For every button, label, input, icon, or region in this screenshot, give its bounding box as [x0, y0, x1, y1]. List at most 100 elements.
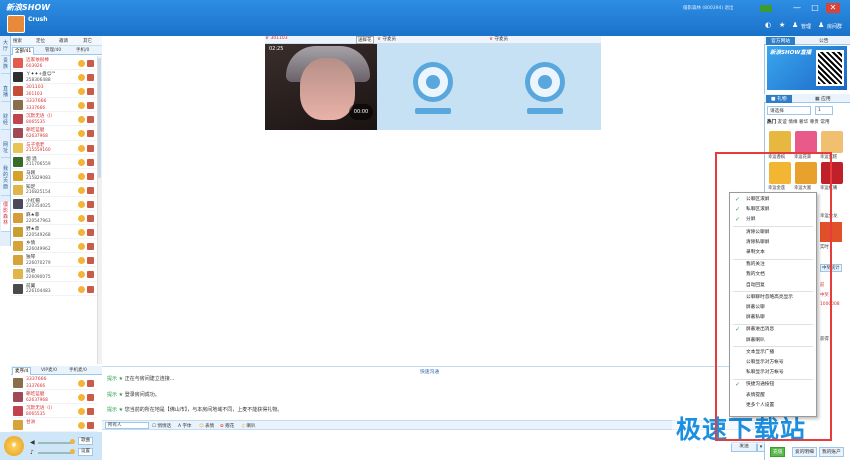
maximize-button[interactable]: □ [808, 3, 822, 13]
tab-vip-mic[interactable]: VIP麦/0 [39, 367, 59, 375]
list-item[interactable]: 迈家依很棒 603926 [11, 56, 97, 71]
list-item[interactable]: 前翼 226104483 [11, 282, 97, 296]
list-item[interactable]: 前进 226090075 [11, 267, 97, 282]
menu-item[interactable]: 私聊显示对方帐号 [730, 368, 816, 377]
menu-item[interactable]: ✓ 私聊区滚屏 [730, 205, 816, 214]
gift-recipient-select[interactable]: 请选择 [767, 106, 811, 115]
menu-item[interactable]: 屏蔽喇叭 [730, 336, 816, 345]
font-button[interactable]: A 字体 [178, 423, 192, 429]
list-item[interactable]: 野★草 220549268 [11, 225, 97, 240]
menu-item[interactable]: ✓ 快捷沟通按钮 [730, 380, 816, 389]
menu-item[interactable]: ✓ 分屏 [730, 215, 816, 224]
tab-mobile-users[interactable]: 手机/0 [74, 47, 91, 55]
song-select[interactable]: 歌曲 [78, 437, 93, 445]
volume-slider[interactable] [38, 442, 74, 444]
love-detail-button[interactable]: 爱的明细 [792, 447, 817, 457]
tab-mic-queue[interactable]: 麦序/4 [12, 367, 32, 375]
list-item[interactable]: 3337666 3337666 [11, 376, 97, 391]
gold-coin-icon[interactable]: ¥ [4, 436, 24, 456]
menu-item[interactable]: 录制文本 [730, 248, 816, 257]
my-account-button[interactable]: 我的账户 [819, 447, 844, 457]
recharge-button[interactable]: 充值 [770, 447, 786, 457]
room-group-button[interactable]: 房间群 [827, 23, 842, 30]
speaker-button[interactable]: ♫ 喇叭 [241, 423, 255, 429]
tab-mobile-mic[interactable]: 手机麦/0 [67, 367, 89, 375]
menu-item[interactable]: 屏蔽私聊 [730, 313, 816, 322]
menu-item[interactable]: 屏蔽公聊 [730, 303, 816, 312]
menu-item[interactable]: 清除公聊屏 [730, 228, 816, 237]
other-button[interactable]: 其它 [83, 38, 92, 44]
flower-button[interactable]: ✿ 赠花 [220, 423, 234, 429]
user-list-scroll-thumb[interactable] [98, 58, 101, 178]
room-avatar[interactable] [7, 15, 25, 33]
list-item[interactable]: 与子偕老 215559160 [11, 141, 97, 155]
send-flower-button[interactable]: 送鲜花 [356, 36, 374, 44]
menu-item[interactable]: 我的关注 [730, 260, 816, 269]
list-item[interactable]: 朝吃蓝腿 62637968 [11, 390, 97, 405]
list-item[interactable]: 知足 216825154 [11, 183, 97, 197]
mic-icon[interactable]: ♪ [30, 449, 34, 456]
gift-cat[interactable]: 热门 [767, 120, 776, 125]
menu-item[interactable]: 公聊聊时忽略高亮显示 [730, 293, 816, 302]
vtab-room[interactable]: 僵影森林 [1, 202, 10, 232]
list-item[interactable]: 小红帽 220354025 [11, 197, 97, 212]
invite-button[interactable]: 邀请 [59, 38, 68, 44]
list-item[interactable]: 3337666 3337666 [11, 98, 97, 113]
list-item[interactable]: 沉默无语（I） 8065535 [11, 112, 97, 127]
vtab-noble[interactable]: 贵族 [1, 58, 10, 74]
gift-item[interactable] [821, 131, 843, 153]
manage-icon[interactable]: ♟ [792, 21, 798, 29]
list-item[interactable]: 乡情 226049962 [11, 239, 97, 254]
manage-button[interactable]: 管理 [801, 23, 811, 30]
menu-item[interactable]: 自动回复 [730, 281, 816, 290]
search-button[interactable]: 搜索 [13, 38, 22, 44]
gift-cat[interactable]: 友谊 [778, 120, 787, 125]
list-item[interactable]: 马刚 215829083 [11, 169, 97, 183]
tab-admin-users[interactable]: 管理/40 [43, 47, 63, 55]
list-item[interactable]: 朝吃蓝腿 62637968 [11, 126, 97, 141]
tab-official-site[interactable]: 官方网站 [766, 37, 796, 45]
vtab-my-page[interactable]: 我的页面 [1, 166, 10, 196]
gift-cat[interactable]: 奢华 [799, 120, 808, 125]
menu-item[interactable]: 文本显示广播 [730, 348, 816, 357]
playback-overlay[interactable]: 00:00 [349, 104, 373, 120]
tab-apps[interactable]: ▦ 应用 [810, 95, 836, 103]
user-info[interactable]: 僵影森林 (800394) 退出 [683, 5, 734, 11]
menu-item[interactable]: 表情提醒 [730, 391, 816, 400]
vtab-url[interactable]: 网址 [1, 142, 10, 158]
list-item[interactable]: 甘洲 [11, 418, 97, 432]
vtab-finance[interactable]: 财经 [1, 114, 10, 130]
gift-cat[interactable]: 常用 [820, 120, 829, 125]
list-item[interactable]: 独琴 226070279 [11, 253, 97, 268]
menu-item[interactable]: 公聊显示对方帐号 [730, 358, 816, 367]
minimize-button[interactable]: — [790, 3, 804, 13]
menu-item[interactable]: ✓ 屏蔽进出消息 [730, 325, 816, 334]
emoji-button[interactable]: ☺ 表情 [199, 423, 214, 429]
skin-icon[interactable]: ◐ [765, 21, 771, 29]
list-item[interactable]: 麻★菲 220547963 [11, 211, 97, 226]
vtab-hall[interactable]: 大厅 [1, 40, 10, 56]
gift-qty-input[interactable]: 1 [815, 106, 833, 115]
vtab-live[interactable]: 直播 [1, 86, 10, 102]
private-checkbox[interactable]: ☐ 悄悄话 [152, 423, 171, 429]
tab-gifts[interactable]: ■ 礼物 [766, 95, 792, 103]
settings-select[interactable]: 设置 [78, 448, 93, 456]
menu-item[interactable]: ✓ 公聊区滚屏 [730, 195, 816, 204]
gift-item[interactable] [795, 131, 817, 153]
volume-knob[interactable] [70, 439, 75, 444]
tab-all-users[interactable]: 全部/41 [12, 47, 35, 55]
mic-slider[interactable] [38, 452, 74, 454]
list-item[interactable]: 301103 301103 [11, 84, 97, 99]
speaker-icon[interactable]: ◀ [30, 439, 35, 446]
gift-cat[interactable]: 尊贵 [810, 120, 819, 125]
locate-button[interactable]: 定位 [36, 38, 45, 44]
quick-chat-link[interactable]: 快速沟通 [420, 368, 439, 375]
list-item[interactable]: ㄚ✦✦+盘☺™ 258306488 [11, 70, 97, 85]
tab-notice[interactable]: 公告 [814, 37, 834, 45]
target-select[interactable]: 所有人 [105, 422, 149, 429]
gift-cat[interactable]: 情缘 [788, 120, 797, 125]
message-input[interactable] [102, 430, 764, 460]
gift-item[interactable] [769, 131, 791, 153]
menu-item[interactable]: 更多个人设置 [730, 401, 816, 410]
mic-knob[interactable] [70, 449, 75, 454]
